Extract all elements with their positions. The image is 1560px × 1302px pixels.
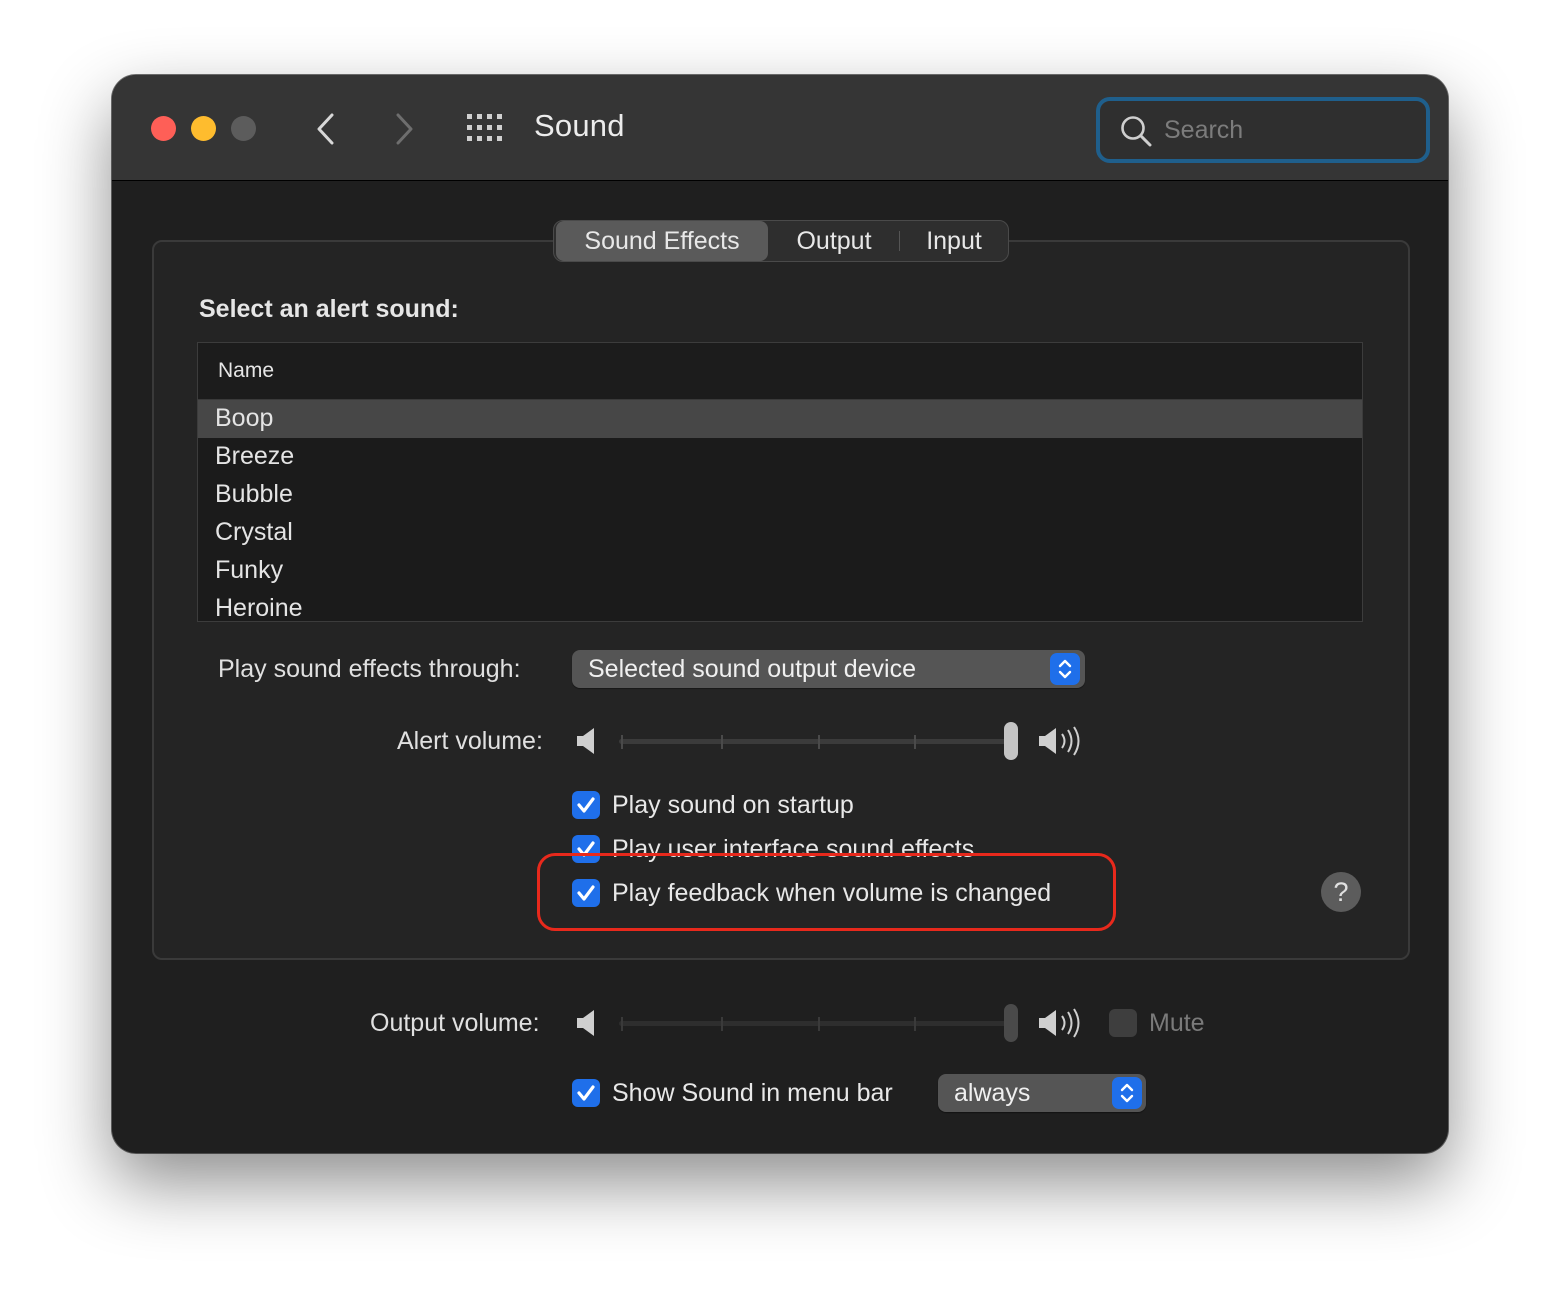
up-down-chevron-icon <box>1058 659 1072 679</box>
alert-volume-track <box>619 739 1011 744</box>
slider-tick <box>621 735 623 749</box>
startup-sound-label[interactable]: Play sound on startup <box>612 791 854 820</box>
titlebar: Sound <box>112 75 1448 181</box>
search-input[interactable] <box>1164 113 1404 147</box>
list-item[interactable]: Funky <box>198 552 1362 590</box>
popup-stepper <box>1112 1077 1142 1109</box>
slider-tick <box>818 735 820 749</box>
minimize-button[interactable] <box>191 116 216 141</box>
output-volume-track <box>619 1021 1011 1026</box>
output-volume-label: Output volume: <box>370 1009 540 1037</box>
column-name-label: Name <box>218 359 275 382</box>
forward-button[interactable] <box>388 111 418 147</box>
alert-volume-label: Alert volume: <box>397 727 543 755</box>
alert-volume-thumb[interactable] <box>1004 722 1018 760</box>
grid-icon <box>467 114 502 141</box>
slider-tick <box>914 735 916 749</box>
chevron-left-icon <box>317 113 334 145</box>
tab-output[interactable]: Output <box>774 221 894 261</box>
mute-label[interactable]: Mute <box>1149 1009 1205 1038</box>
show-in-menu-bar-label[interactable]: Show Sound in menu bar <box>612 1079 893 1108</box>
checkmark-icon <box>577 1085 595 1101</box>
help-button[interactable]: ? <box>1321 872 1361 912</box>
show-in-menu-bar-checkbox[interactable] <box>572 1079 600 1107</box>
back-button[interactable] <box>312 111 342 147</box>
alert-sound-heading: Select an alert sound: <box>199 295 459 323</box>
tab-bar: Sound Effects Output Input <box>553 220 1009 262</box>
tab-sound-effects[interactable]: Sound Effects <box>556 221 768 261</box>
up-down-chevron-icon <box>1120 1083 1134 1103</box>
play-through-popup[interactable]: Selected sound output device <box>572 650 1085 688</box>
play-through-label: Play sound effects through: <box>218 655 521 683</box>
slider-tick <box>818 1017 820 1031</box>
slider-tick <box>914 1017 916 1031</box>
slider-tick <box>721 735 723 749</box>
search-icon <box>1121 116 1152 147</box>
window-title: Sound <box>534 108 625 143</box>
list-item[interactable]: Crystal <box>198 514 1362 552</box>
checkmark-icon <box>577 797 595 813</box>
slider-tick <box>621 1017 623 1031</box>
list-column-header[interactable]: Name <box>198 343 1362 400</box>
popup-stepper <box>1050 653 1080 685</box>
show-all-button[interactable] <box>466 113 504 143</box>
speaker-high-icon <box>1039 726 1080 756</box>
sound-preferences-window: Sound Sound Effects Output Input Select … <box>112 75 1448 1153</box>
speaker-low-icon <box>577 728 594 754</box>
play-through-value: Selected sound output device <box>588 655 917 683</box>
mute-checkbox[interactable] <box>1109 1009 1137 1037</box>
search-field[interactable] <box>1096 97 1430 163</box>
list-item[interactable]: Boop <box>198 400 1362 438</box>
output-volume-thumb[interactable] <box>1004 1004 1018 1042</box>
list-item[interactable]: Breeze <box>198 438 1362 476</box>
speaker-high-icon <box>1039 1008 1080 1038</box>
startup-sound-checkbox[interactable] <box>572 791 600 819</box>
tab-input[interactable]: Input <box>900 221 1008 261</box>
chevron-right-icon <box>396 113 413 145</box>
zoom-button[interactable] <box>231 116 256 141</box>
annotation-highlight <box>537 853 1116 931</box>
speaker-low-icon <box>577 1010 594 1036</box>
alert-sound-list[interactable]: Name Boop Breeze Bubble Crystal Funky He… <box>197 342 1363 622</box>
close-button[interactable] <box>151 116 176 141</box>
menu-bar-visibility-value: always <box>954 1079 1031 1107</box>
list-item[interactable]: Heroine <box>198 590 1362 621</box>
list-item[interactable]: Bubble <box>198 476 1362 514</box>
slider-tick <box>721 1017 723 1031</box>
menu-bar-visibility-popup[interactable]: always <box>938 1074 1146 1112</box>
